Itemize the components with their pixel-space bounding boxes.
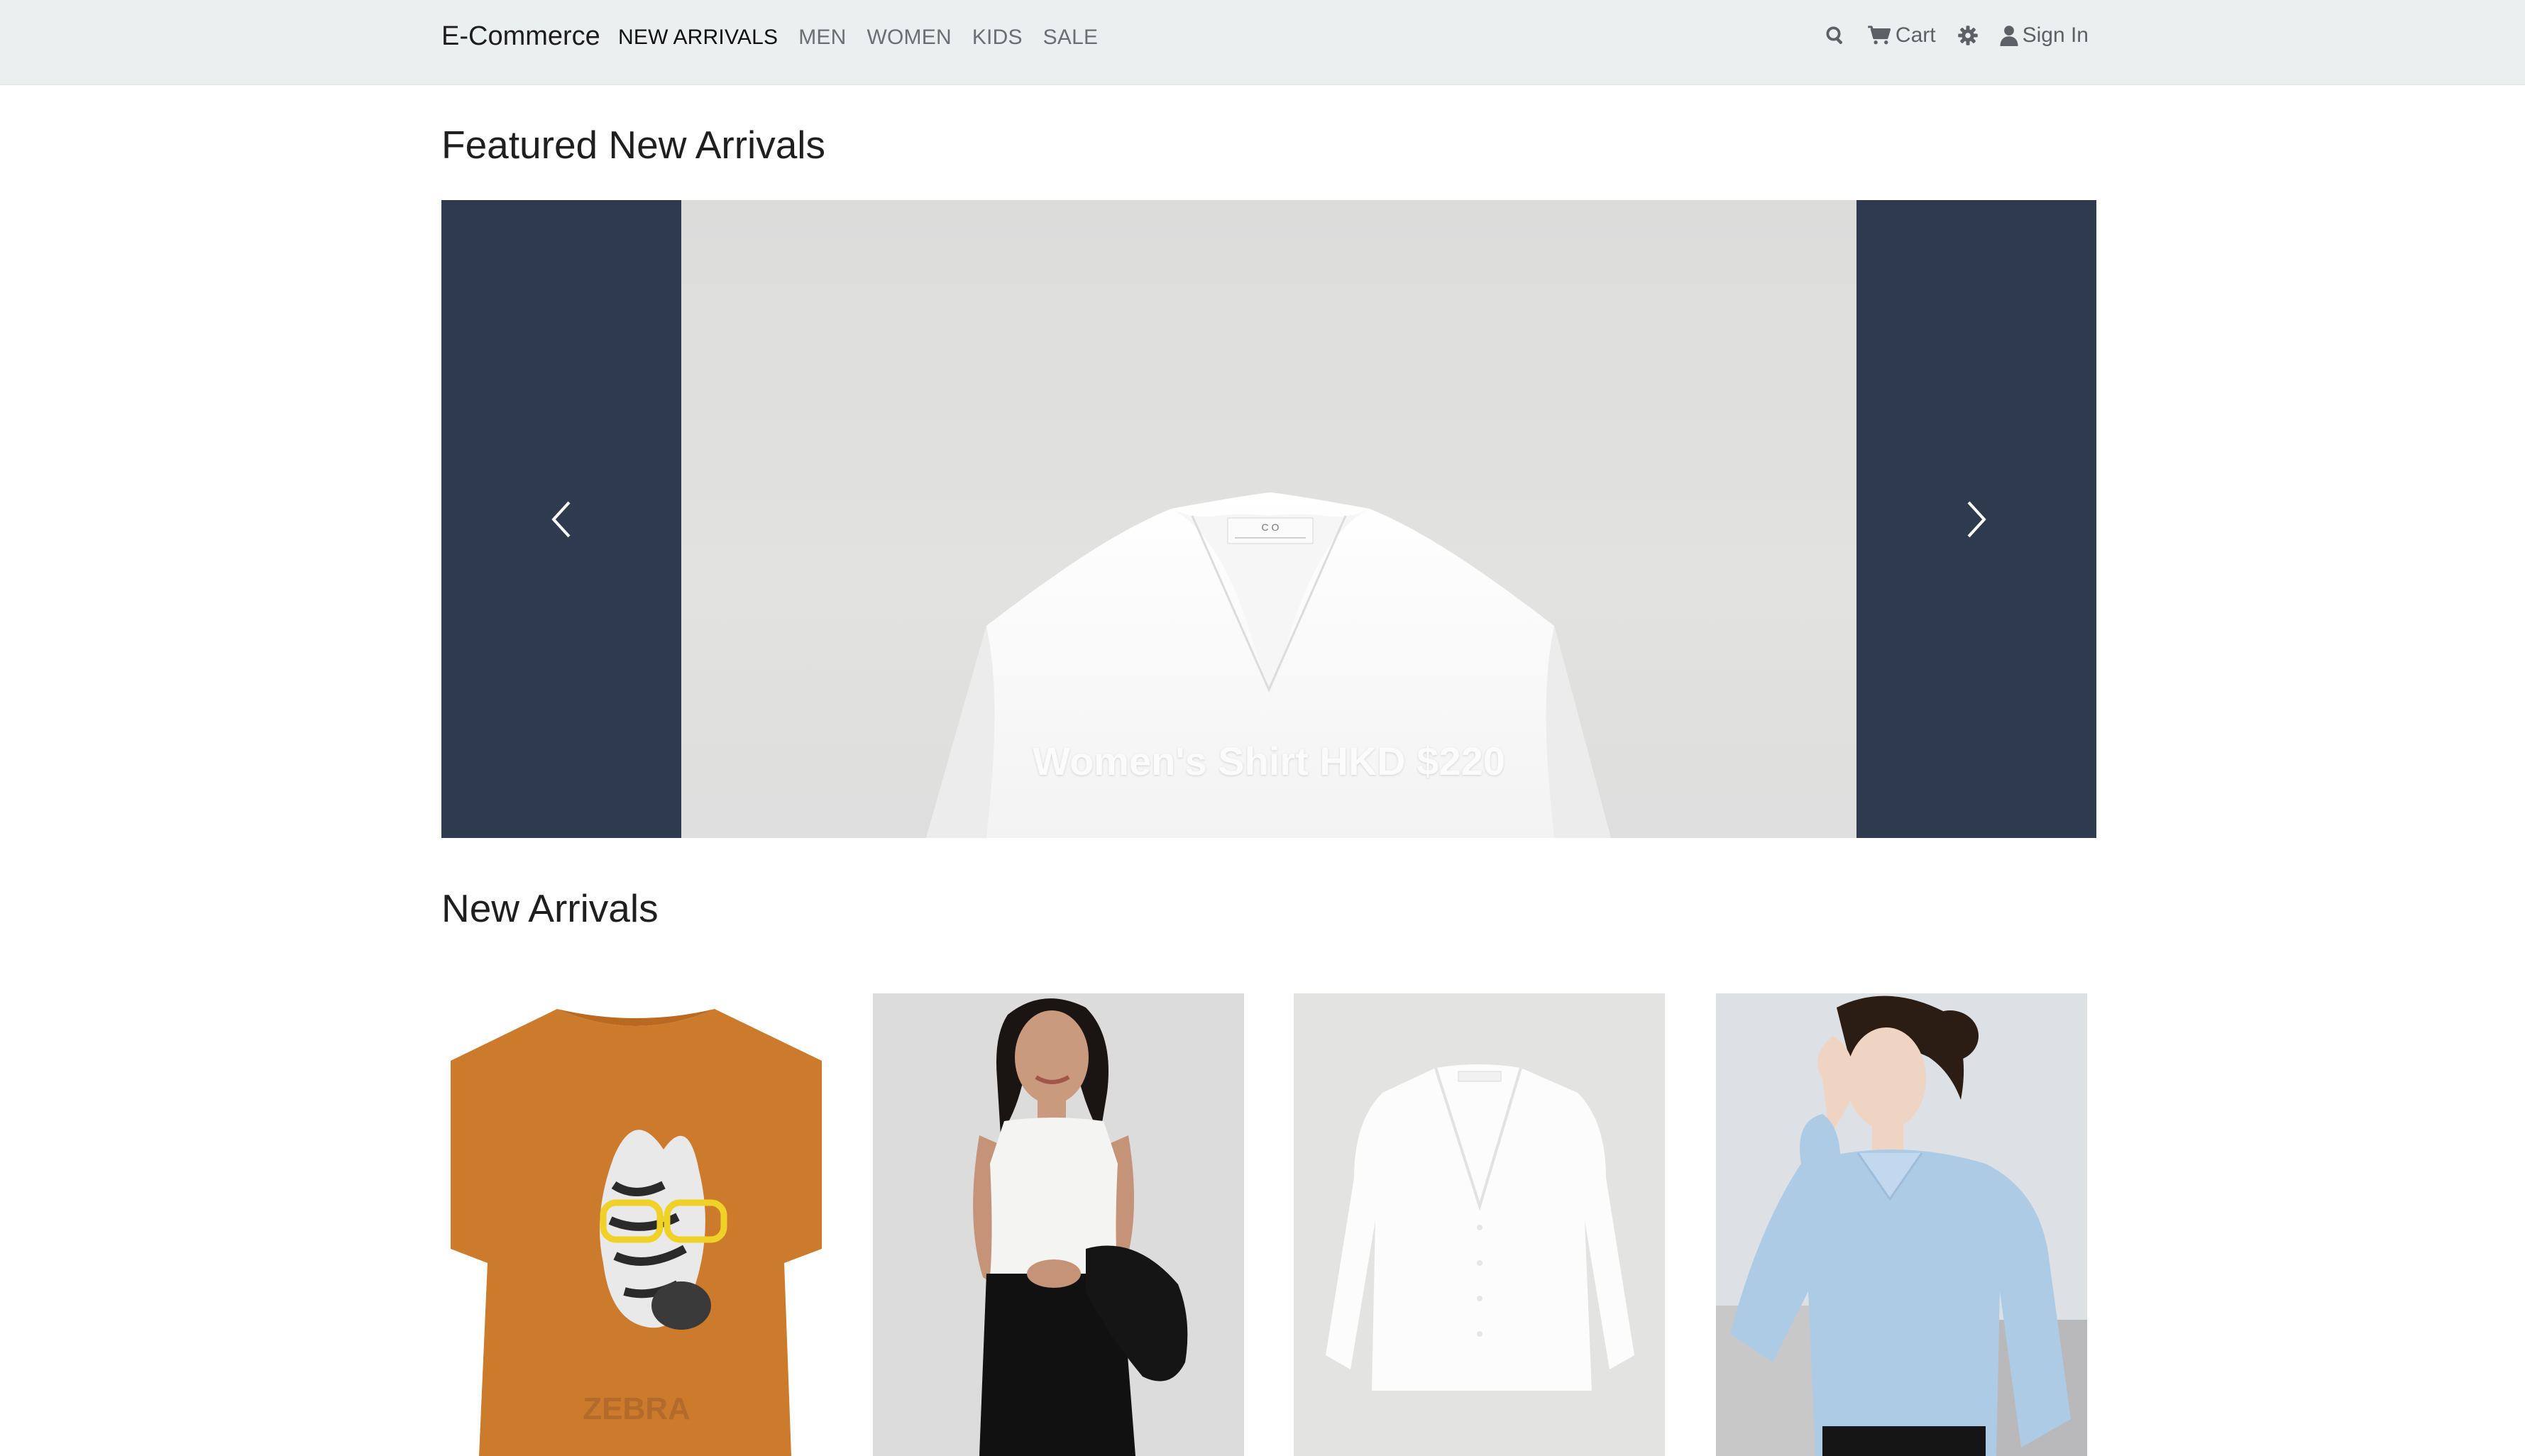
carousel-prev-button[interactable] bbox=[441, 200, 681, 838]
svg-text:C O: C O bbox=[1262, 522, 1280, 533]
nav-women[interactable]: WOMEN bbox=[867, 26, 952, 50]
search-icon bbox=[1826, 26, 1842, 45]
product-card-womens-sleeveless-top[interactable] bbox=[873, 993, 1244, 1456]
new-arrivals-section-title: New Arrivals bbox=[441, 886, 659, 930]
sign-in-label: Sign In bbox=[2022, 23, 2089, 47]
top-navbar: E-Commerce NEW ARRIVALS MEN WOMEN KIDS S… bbox=[0, 0, 2525, 84]
product-card-womens-shirt[interactable] bbox=[1294, 993, 1665, 1456]
featured-section-title: Featured New Arrivals bbox=[441, 123, 826, 167]
chevron-right-icon bbox=[1967, 501, 1986, 537]
woman-blue-blouse-image bbox=[1716, 993, 2087, 1456]
sign-in-button[interactable]: Sign In bbox=[2000, 23, 2089, 48]
nav-men[interactable]: MEN bbox=[798, 26, 846, 50]
main-nav: NEW ARRIVALS MEN WOMEN KIDS SALE bbox=[618, 26, 1118, 50]
featured-carousel: C O Women's Shirt HKD $220 bbox=[441, 200, 2096, 838]
product-card-kids-tshirt[interactable]: ZEBRA bbox=[451, 993, 822, 1456]
svg-text:ZEBRA: ZEBRA bbox=[583, 1391, 691, 1426]
chevron-left-icon bbox=[551, 501, 571, 537]
cart-label: Cart bbox=[1895, 23, 1936, 47]
woman-white-top-image bbox=[873, 993, 1244, 1456]
user-icon bbox=[2000, 26, 2018, 46]
slide-caption: Women's Shirt HKD $220 bbox=[1033, 739, 1505, 783]
nav-kids[interactable]: KIDS bbox=[972, 26, 1023, 50]
carousel-next-button[interactable] bbox=[1856, 200, 2096, 838]
carousel-slide[interactable]: C O Women's Shirt HKD $220 bbox=[681, 200, 1856, 838]
white-shirt-image bbox=[1294, 993, 1665, 1456]
settings-button[interactable] bbox=[1957, 25, 1979, 46]
cart-icon bbox=[1868, 26, 1891, 45]
nav-sale[interactable]: SALE bbox=[1043, 26, 1099, 50]
cart-button[interactable]: Cart bbox=[1867, 23, 1936, 48]
gear-icon bbox=[1957, 26, 1978, 45]
brand-logo[interactable]: E-Commerce bbox=[441, 21, 600, 52]
product-card-womens-blue-blouse[interactable] bbox=[1716, 993, 2087, 1456]
orange-zebra-tshirt-image: ZEBRA bbox=[451, 1009, 822, 1456]
nav-actions: Cart Sign In bbox=[1803, 23, 2089, 48]
search-button[interactable] bbox=[1825, 25, 1846, 46]
nav-new-arrivals[interactable]: NEW ARRIVALS bbox=[618, 26, 778, 50]
